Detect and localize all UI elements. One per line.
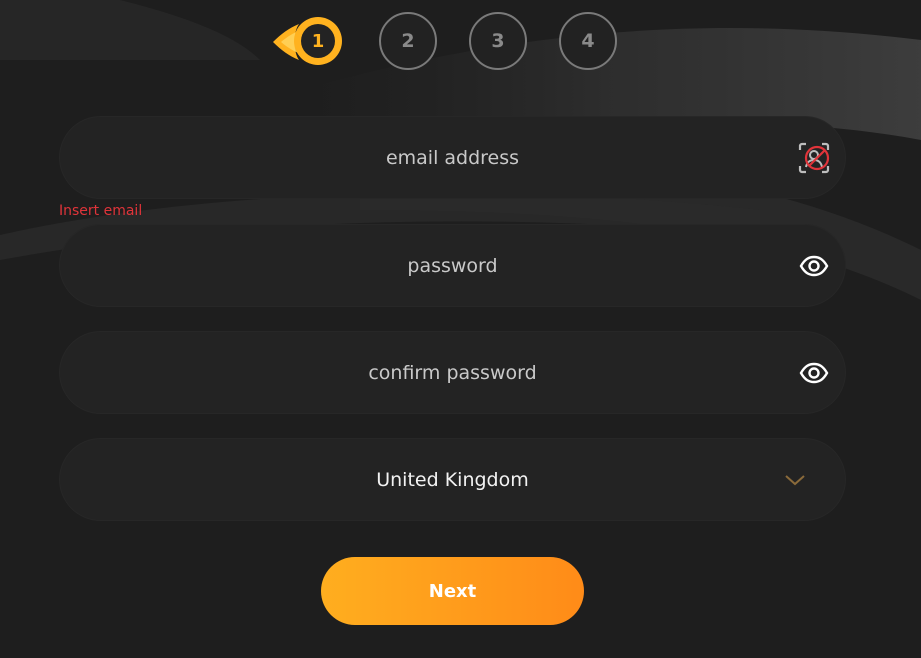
next-button[interactable]: Next	[321, 557, 584, 625]
id-scan-icon[interactable]	[796, 140, 832, 176]
step-4[interactable]: 4	[559, 12, 617, 70]
country-value: United Kingdom	[376, 468, 529, 491]
eye-icon[interactable]	[796, 355, 832, 391]
eye-icon[interactable]	[796, 248, 832, 284]
step-3-label: 3	[491, 30, 505, 52]
confirm-password-field[interactable]: confirm password	[59, 331, 846, 414]
step-1-label: 1	[311, 30, 325, 52]
step-1-active[interactable]: 1	[271, 12, 347, 72]
chevron-down-icon[interactable]	[783, 468, 807, 492]
confirm-password-placeholder: confirm password	[368, 361, 537, 384]
password-placeholder: password	[407, 254, 498, 277]
email-error-message: Insert email	[59, 203, 143, 219]
progress-stepper: 1 2 3 4	[0, 12, 921, 72]
email-placeholder: email address	[385, 146, 520, 169]
step-2[interactable]: 2	[379, 12, 437, 70]
next-button-label: Next	[428, 580, 477, 602]
step-2-label: 2	[401, 30, 415, 52]
step-3[interactable]: 3	[469, 12, 527, 70]
email-field[interactable]: email address	[59, 116, 846, 199]
password-field[interactable]: password	[59, 224, 846, 307]
country-select[interactable]: United Kingdom	[59, 438, 846, 521]
step-4-label: 4	[581, 30, 595, 52]
signup-screen: 1 2 3 4 email address Insert email passw…	[0, 0, 921, 658]
